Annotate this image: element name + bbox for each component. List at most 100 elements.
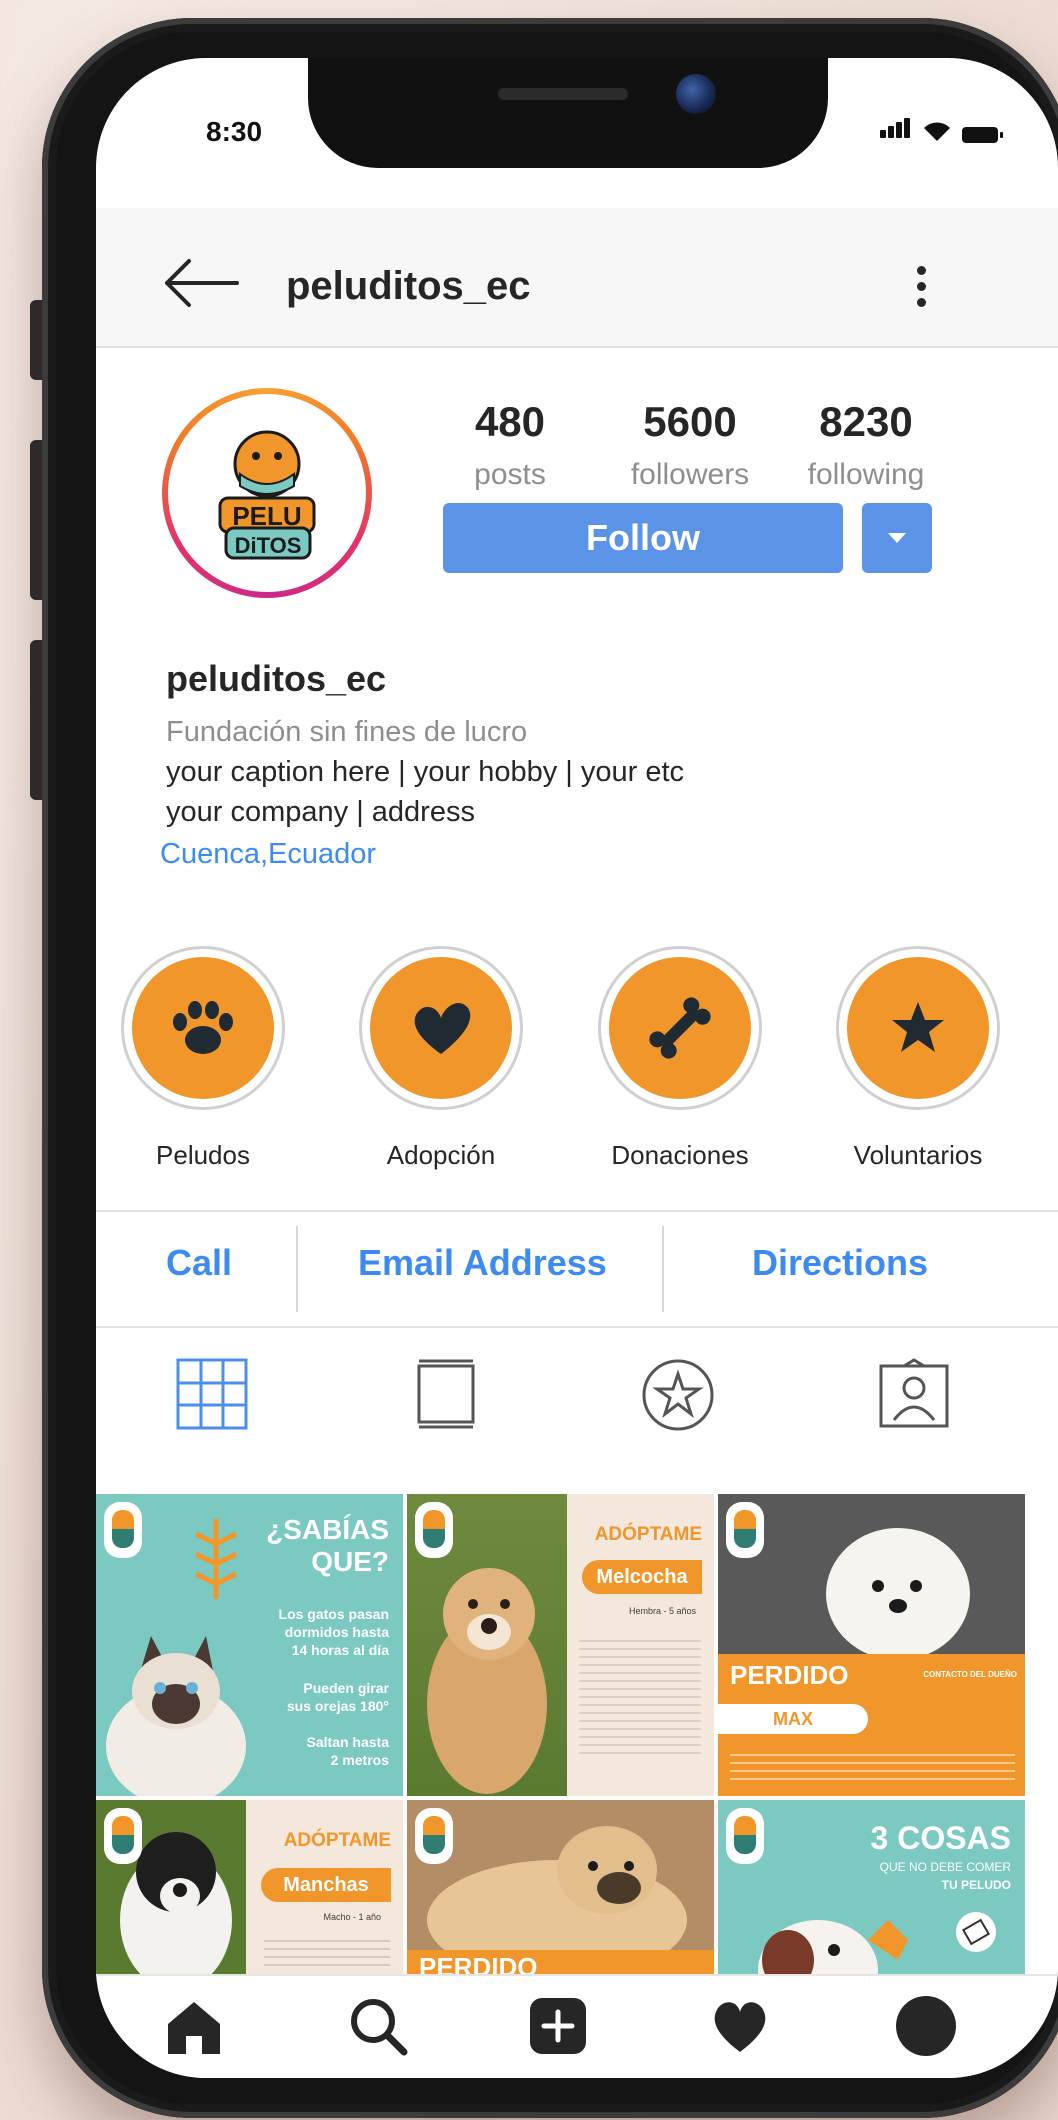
bio-name: peluditos_ec [166, 658, 387, 699]
highlight-label: Voluntarios [853, 1140, 983, 1170]
directions-button[interactable]: Directions [752, 1242, 928, 1284]
highlight-label: Adopción [386, 1140, 496, 1170]
post-body-placeholder [264, 1934, 390, 1970]
contact-bar: Call Email Address Directions [96, 1210, 1058, 1328]
post-perdido-puppy[interactable]: PERDIDO [407, 1800, 714, 1974]
post-adoptame-melcocha[interactable]: ADÓPTAME Melcocha Hembra - 5 años [407, 1494, 714, 1796]
post-name-badge: MAX [718, 1704, 868, 1734]
posts-grid: ¿SABÍAS QUE? Los gatos pasan dormidos ha… [96, 1494, 1058, 1974]
paw-icon [173, 1001, 233, 1054]
post-logo [726, 1808, 764, 1864]
following-label: following [807, 458, 925, 491]
divider [296, 1226, 298, 1312]
post-title: 3 COSAS [870, 1820, 1011, 1856]
post-title: PERDIDO [419, 1952, 538, 1974]
status-icons [880, 118, 1003, 143]
speaker [498, 88, 628, 100]
post-subtitle: TU PELUDO [941, 1878, 1011, 1892]
svg-text:DiTOS: DiTOS [235, 533, 302, 558]
post-adoptame-manchas[interactable]: ADÓPTAME Manchas Macho - 1 año [96, 1800, 403, 1974]
bio-line-2: your company | address [166, 796, 475, 828]
activity-heart-icon[interactable] [708, 1994, 772, 2058]
call-button[interactable]: Call [166, 1242, 232, 1284]
post-title: ADÓPTAME [283, 1830, 391, 1851]
app-screen: 8:30 peluditos_ec PELU DiTOS 480 posts 5… [96, 58, 1058, 2078]
post-logo [104, 1808, 142, 1864]
post-text: Pueden girar [303, 1680, 389, 1696]
post-perdido-max[interactable]: PERDIDO CONTACTO DEL DUEÑO MAX [718, 1494, 1025, 1796]
post-text: Los gatos pasan [278, 1606, 389, 1622]
dog-photo [407, 1800, 714, 1974]
avatar[interactable]: PELU DiTOS [162, 388, 372, 598]
posts-count[interactable]: 480 [410, 398, 610, 446]
posts-label: posts [474, 458, 546, 491]
grid-view-icon[interactable] [176, 1358, 248, 1430]
highlight-label: Peludos [156, 1140, 250, 1170]
signal-icon [880, 118, 912, 143]
post-logo [104, 1502, 142, 1558]
post-logo [726, 1502, 764, 1558]
tagged-user-icon[interactable] [878, 1358, 950, 1430]
post-subtitle: QUE NO DEBE COMER [879, 1860, 1011, 1874]
more-options-icon[interactable] [914, 266, 928, 316]
post-title: QUE? [311, 1546, 389, 1577]
followers-count[interactable]: 5600 [590, 398, 790, 446]
dog-photo [758, 1920, 908, 1974]
feed-view-icon[interactable] [416, 1358, 476, 1430]
post-name-badge: Melcocha [582, 1560, 702, 1594]
post-logo [415, 1808, 453, 1864]
highlight-donaciones[interactable]: Donaciones [598, 946, 762, 1171]
chocolate-icon [956, 1912, 996, 1952]
highlight-peludos[interactable]: Peludos [121, 946, 285, 1171]
post-sabias-que[interactable]: ¿SABÍAS QUE? Los gatos pasan dormidos ha… [96, 1494, 403, 1796]
bone-icon [649, 997, 711, 1059]
post-body-placeholder [579, 1634, 701, 1754]
post-subtitle: Hembra - 5 años [628, 1606, 696, 1616]
suggestions-dropdown-button[interactable] [862, 503, 932, 573]
post-text: Saltan hasta [306, 1734, 389, 1750]
front-camera [676, 74, 716, 114]
email-button[interactable]: Email Address [358, 1242, 607, 1284]
post-text: sus orejas 180° [286, 1698, 389, 1714]
wifi-icon [924, 122, 950, 141]
post-body-placeholder [730, 1748, 1015, 1782]
new-post-icon[interactable] [526, 1994, 590, 2058]
bio-line-1: your caption here | your hobby | your et… [166, 756, 685, 788]
home-icon[interactable] [162, 1994, 226, 2058]
bottom-nav [96, 1974, 1058, 2078]
post-logo [415, 1502, 453, 1558]
battery-icon [962, 127, 1003, 143]
dog-photo [718, 1494, 1025, 1660]
post-title: ADÓPTAME [594, 1524, 702, 1545]
peluditos-logo: PELU DiTOS [168, 394, 366, 592]
header-username: peluditos_ec [286, 264, 531, 308]
highlight-label: Donaciones [611, 1140, 749, 1170]
bio-category: Fundación sin fines de lucro [166, 716, 528, 748]
follow-button[interactable]: Follow [443, 503, 843, 573]
post-title: PERDIDO [730, 1660, 849, 1690]
profile-avatar-icon[interactable] [894, 1994, 958, 2058]
highlight-adopcion[interactable]: Adopción [359, 946, 523, 1171]
post-name-badge: Manchas [261, 1868, 391, 1902]
bio-location-link[interactable]: Cuenca,Ecuador [160, 838, 376, 871]
following-count[interactable]: 8230 [766, 398, 966, 446]
post-subtitle: Macho - 1 año [323, 1912, 381, 1922]
cat-illustration [106, 1636, 246, 1796]
fishbone-graphic [194, 1519, 238, 1599]
saved-star-icon[interactable] [641, 1358, 715, 1432]
post-text: 14 horas al día [291, 1642, 389, 1658]
divider [662, 1226, 664, 1312]
post-3-cosas[interactable]: 3 COSAS QUE NO DEBE COMER TU PELUDO [718, 1800, 1025, 1974]
search-icon[interactable] [346, 1994, 410, 2058]
heart-icon [414, 1002, 471, 1054]
highlight-voluntarios[interactable]: Voluntarios [836, 946, 1000, 1171]
post-text: 2 metros [330, 1752, 389, 1768]
back-arrow-icon[interactable] [161, 258, 241, 308]
post-text: dormidos hasta [284, 1624, 389, 1640]
post-title: ¿SABÍAS [266, 1514, 389, 1545]
followers-label: followers [630, 458, 750, 491]
svg-text:PELU: PELU [232, 501, 301, 531]
notch [308, 58, 828, 168]
star-icon [892, 1002, 944, 1052]
status-time: 8:30 [206, 116, 263, 147]
